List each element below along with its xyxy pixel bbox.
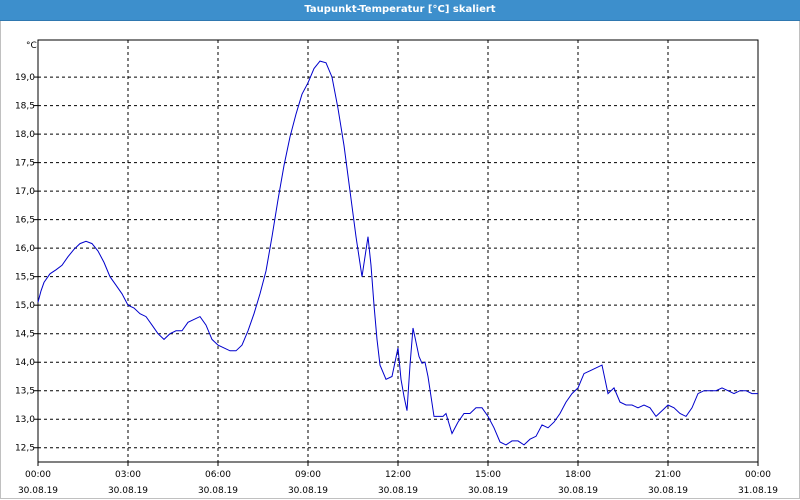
x-tick-date-label: 30.08.19 [468, 486, 508, 496]
y-tick-label: 14,5 [15, 330, 35, 340]
x-tick-time-label: 06:00 [205, 470, 231, 480]
y-tick-label: 16,5 [15, 216, 35, 226]
x-tick-time-label: 15:00 [475, 470, 501, 480]
x-tick-time-label: 18:00 [565, 470, 591, 480]
y-tick-label: 19,0 [15, 73, 35, 83]
x-tick-date-label: 30.08.19 [558, 486, 598, 496]
x-tick-date-label: 30.08.19 [288, 486, 328, 496]
y-tick-label: 18,5 [15, 102, 35, 112]
x-tick-time-label: 09:00 [295, 470, 321, 480]
y-tick-label: 17,5 [15, 159, 35, 169]
y-tick-label: 14,0 [15, 358, 35, 368]
x-tick-date-label: 30.08.19 [648, 486, 688, 496]
x-tick-date-label: 30.08.19 [108, 486, 148, 496]
x-tick-time-label: 12:00 [385, 470, 411, 480]
y-tick-label: 13,0 [15, 415, 35, 425]
x-tick-date-label: 31.08.19 [738, 486, 778, 496]
y-unit-label: °C [26, 41, 37, 51]
x-tick-time-label: 21:00 [655, 470, 681, 480]
x-tick-time-label: 00:00 [745, 470, 771, 480]
x-tick-date-label: 30.08.19 [18, 486, 58, 496]
x-tick-time-label: 00:00 [25, 470, 51, 480]
y-tick-label: 13,5 [15, 387, 35, 397]
x-tick-date-label: 30.08.19 [198, 486, 238, 496]
y-tick-label: 17,0 [15, 187, 35, 197]
x-tick-time-label: 03:00 [115, 470, 141, 480]
dewpoint-chart: 19,0 18,5 18,0 17,5 17,0 16,5 16,0 15,5 15,0 14,5… [15, 39, 778, 496]
y-tick-label: 12,5 [15, 444, 35, 454]
y-tick-label: 16,0 [15, 244, 35, 254]
x-tick-date-label: 30.08.19 [378, 486, 418, 496]
y-tick-label: 18,0 [15, 130, 35, 140]
y-tick-label: 15,5 [15, 273, 35, 283]
y-tick-label: 15,0 [15, 301, 35, 311]
